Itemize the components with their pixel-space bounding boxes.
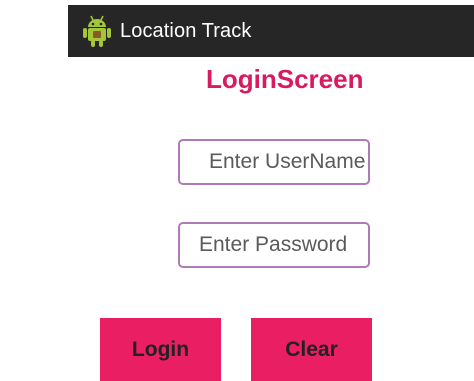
login-button[interactable]: Login xyxy=(100,318,221,381)
password-input[interactable] xyxy=(178,222,370,268)
android-robot-icon xyxy=(82,14,112,48)
app-title-bar: Location Track xyxy=(68,5,474,57)
clear-button[interactable]: Clear xyxy=(251,318,372,381)
page-title: LoginScreen xyxy=(206,64,364,94)
app-title: Location Track xyxy=(120,19,252,42)
login-screen: Location Track LoginScreen Login Clear xyxy=(0,0,474,381)
username-input[interactable] xyxy=(178,139,370,185)
